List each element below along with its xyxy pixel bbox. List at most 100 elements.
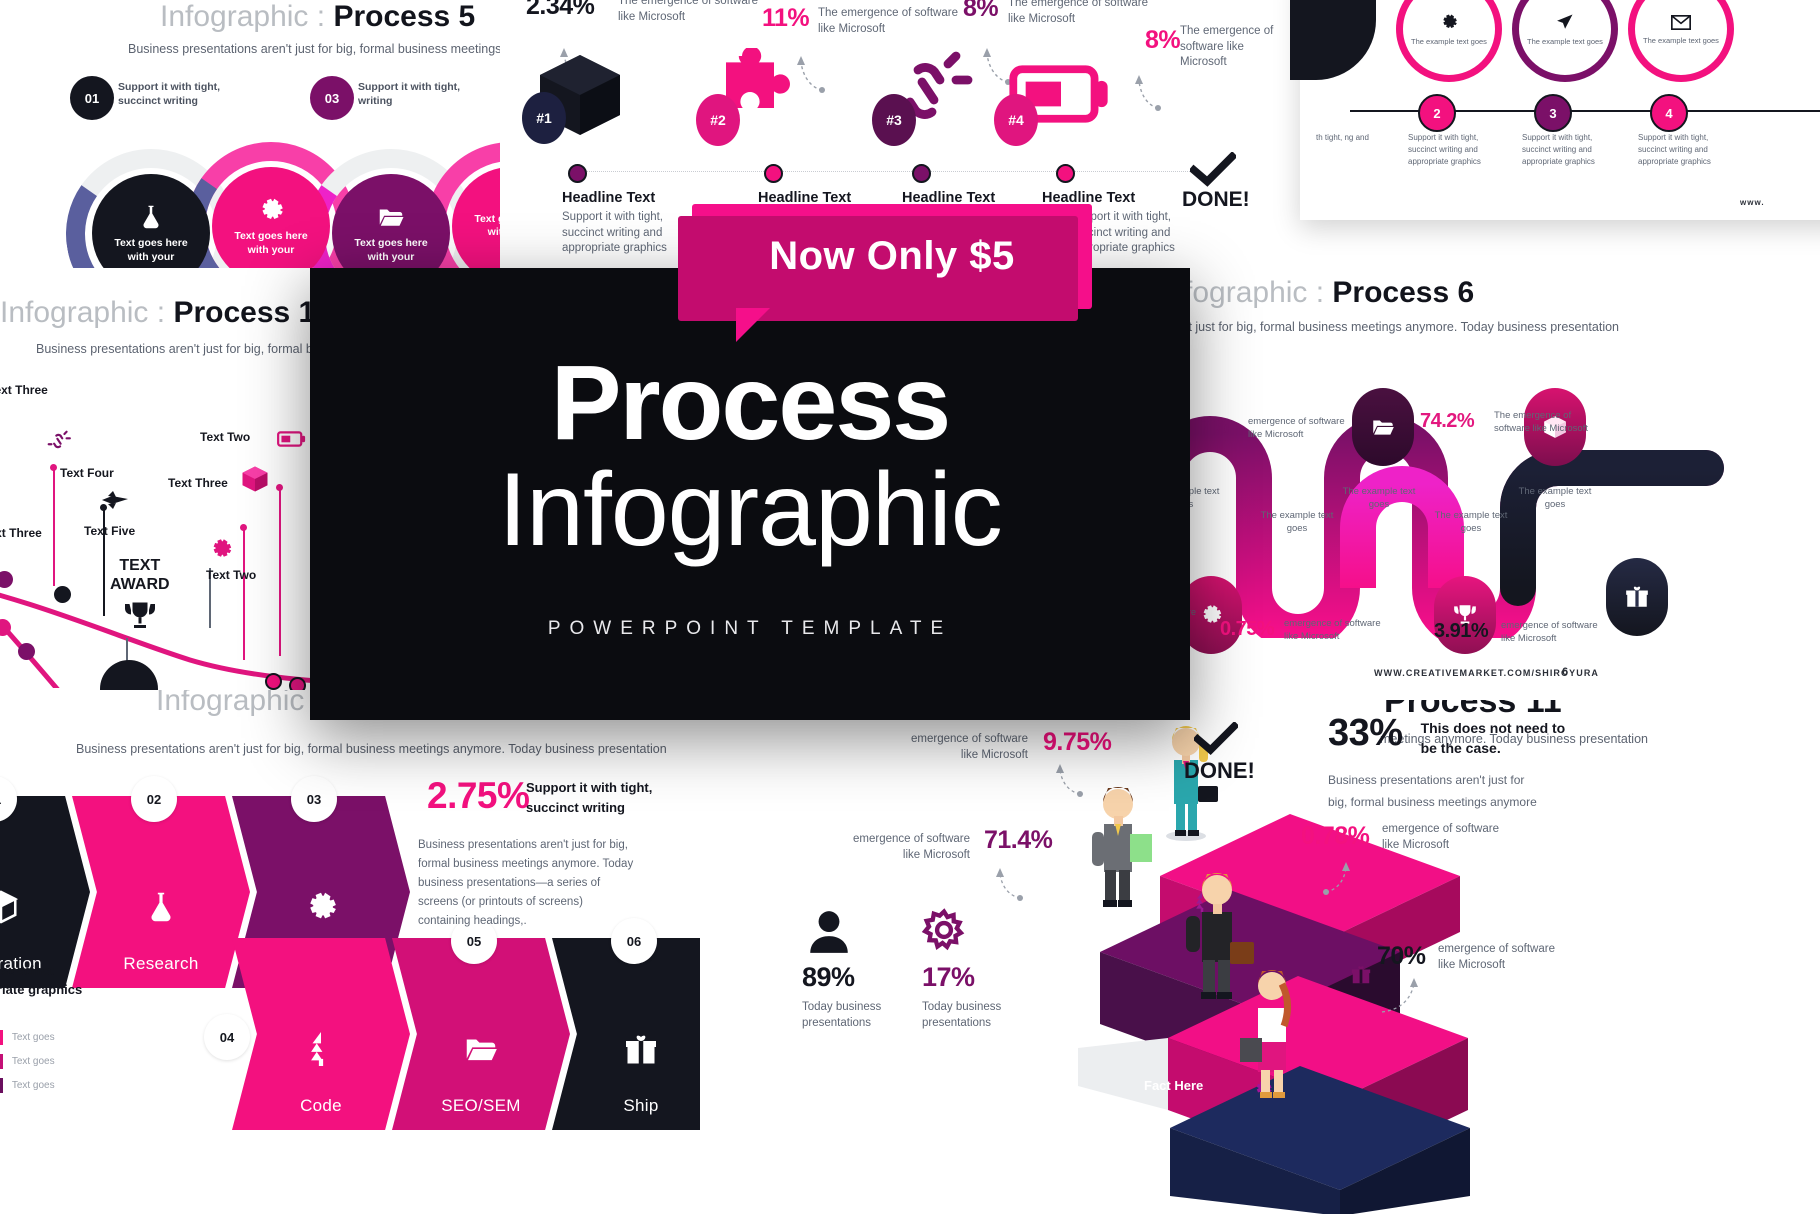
process14-label-2: Text Four [60, 466, 114, 480]
mini-note-1: Today business presentations [922, 1001, 1002, 1029]
process5-number-03: 03 [310, 76, 354, 120]
arrow-subtitle: Business presentations aren't just for b… [76, 742, 667, 756]
tr-url: www. [1740, 198, 1765, 207]
process6-note-3: emergence of software like Microsoft [1501, 620, 1598, 644]
tr-caption-2: The example text goes [1527, 37, 1603, 46]
arrow-step-01[interactable]: Inspiration [0, 796, 90, 988]
slide-process-5: Infographic : Process 5 Business present… [0, 0, 500, 294]
tr-caption-1: The example text goes [1411, 37, 1487, 46]
process11-percent-1: 71.4% [984, 826, 1053, 854]
process14-subtitle: Business presentations aren't just for b… [36, 342, 356, 356]
legend-right-0: Text goes [11, 1032, 55, 1043]
curved-arrow-icon [1135, 75, 1161, 111]
arrow-step-05[interactable]: SEO/SEM [392, 938, 570, 1130]
process6-caption-1: The example text goes [1260, 510, 1334, 534]
legend-swatch-1 [0, 1054, 3, 1069]
highlight-percent: 33% [1328, 712, 1403, 754]
done-label-top: DONE! [1182, 188, 1250, 211]
gear-icon [302, 888, 340, 926]
curved-arrow-icon [1056, 764, 1083, 797]
legend-right-1: Text goes [11, 1056, 55, 1067]
process6-note-0: emergence of software like Microsoft [1248, 416, 1345, 440]
arrow-step-06[interactable]: Ship [552, 938, 700, 1130]
arrow-num-03: 03 [291, 776, 337, 822]
process14-label-1: Text Three [0, 526, 42, 540]
process5-caption-02: Text goes here with your [234, 230, 308, 256]
curve-dot [18, 643, 35, 660]
top-percent-4: 8% [1145, 26, 1181, 54]
process6-caption-4: The example text goes [1518, 486, 1592, 510]
top-percent-2: 11% [762, 4, 810, 32]
arrow-step-02-label: Research [123, 954, 199, 973]
process5-title: Infographic : Process 5 [160, 0, 475, 34]
arrow-stat-title: Support it with tight, succinct writing [526, 780, 653, 815]
process5-number-01: 01 [70, 76, 114, 120]
tr-step-4[interactable]: 4 [1650, 94, 1688, 132]
process6-title: fographic : Process 6 [1184, 276, 1475, 309]
curved-arrow-icon [996, 868, 1023, 901]
process14-label-0: Text Three [0, 383, 48, 397]
tr-body-4: Support it with tight, succinct writing … [1638, 133, 1711, 166]
process6-icon-folder[interactable] [1352, 388, 1414, 466]
process11-percent-0: 9.75% [1043, 728, 1112, 756]
process6-note-1: The emergence of software like Microsoft [1494, 410, 1588, 434]
arrow-step-04[interactable]: Code [232, 938, 410, 1130]
arrow-stat-body: Business presentations aren't just for b… [418, 839, 634, 927]
price-badge-label: Now Only $5 [769, 234, 1015, 278]
stem-dot [240, 524, 247, 531]
tr-caption-3: The example text goes [1643, 35, 1719, 45]
tr-step-3[interactable]: 3 [1534, 94, 1572, 132]
process11-highlight: 33% This does not need to be the case. B… [1328, 712, 1581, 813]
process5-title-strong: Process 5 [333, 0, 476, 33]
process6-subtitle: ren't just for big, formal business meet… [1168, 320, 1620, 334]
price-badge-tail [736, 308, 770, 342]
broken-link-icon [46, 428, 72, 454]
trophy-icon [122, 598, 158, 634]
hero-subtitle: POWERPOINT TEMPLATE [547, 618, 953, 639]
tr-circle-3[interactable]: The example text goes [1628, 0, 1734, 82]
timeline-dot-4 [1056, 164, 1075, 183]
tr-dark-shape [1290, 0, 1376, 80]
stem [53, 468, 55, 586]
process6-icon-gift[interactable] [1606, 558, 1668, 636]
process5-caption-01: Text goes here with your [114, 237, 188, 263]
process6-note-2: emergence of software like Microsoft [1284, 618, 1381, 642]
legend-swatch-2 [0, 1078, 3, 1093]
top-badge-2: #2 [696, 94, 740, 146]
gear-icon [208, 536, 234, 562]
person-illustration [1240, 970, 1291, 1098]
slide-process-6: fographic : Process 6 ren't just for big… [1146, 258, 1820, 718]
process14-label-5: Text Three [168, 476, 228, 490]
tr-circle-1[interactable]: The example text goes [1396, 0, 1502, 82]
top-badge-4: #4 [994, 94, 1038, 146]
check-icon [1190, 152, 1236, 188]
process5-subtitle: Business presentations aren't just for b… [128, 42, 500, 56]
top-note-4: The emergence of software like Microsoft [1180, 25, 1274, 69]
slide-arrow-process: Infographic : Process 9 Business present… [0, 690, 700, 1214]
slide-top-right: The example text goes The example text g… [1290, 0, 1820, 220]
process6-percent-2: 0.75% [1220, 618, 1275, 640]
price-badge[interactable]: Now Only $5 [678, 204, 1092, 342]
top-badge-1: #1 [522, 92, 566, 144]
top-percent-3: 8% [963, 0, 999, 22]
timeline-dot-1 [568, 164, 587, 183]
top-note-1: The emergence of software like Microsoft [618, 0, 758, 23]
arrow-step-05-label: SEO/SEM [441, 1096, 521, 1115]
top-percent-1: 2.34% [526, 0, 595, 20]
arrow-step-02[interactable]: Research [72, 796, 250, 988]
arrow-legend: Text goes Text goes Text goes Text goes … [0, 1030, 55, 1102]
arrow-step-06-label: Ship [623, 1096, 659, 1115]
send-icon [1555, 12, 1575, 32]
process6-percent-1: 74.2% [1420, 410, 1475, 432]
curved-arrow-icon [1323, 862, 1350, 895]
process11-fact-2: Fact Here [1144, 1078, 1204, 1093]
top-note-2: The emergence of software like Microsoft [818, 7, 958, 35]
arrow-num-02: 02 [131, 776, 177, 822]
arrow-support-text: upport it with tight, succinct writing a… [0, 963, 83, 997]
tr-step-2[interactable]: 2 [1418, 94, 1456, 132]
process11-done-label: DONE! [1184, 758, 1255, 783]
process5-note-01: Support it with tight, succinct writing [118, 81, 221, 108]
tr-circle-2[interactable]: The example text goes [1512, 0, 1618, 82]
mini-percent-0: 89% [802, 962, 855, 992]
process11-note-0: emergence of software like Microsoft [911, 733, 1028, 761]
